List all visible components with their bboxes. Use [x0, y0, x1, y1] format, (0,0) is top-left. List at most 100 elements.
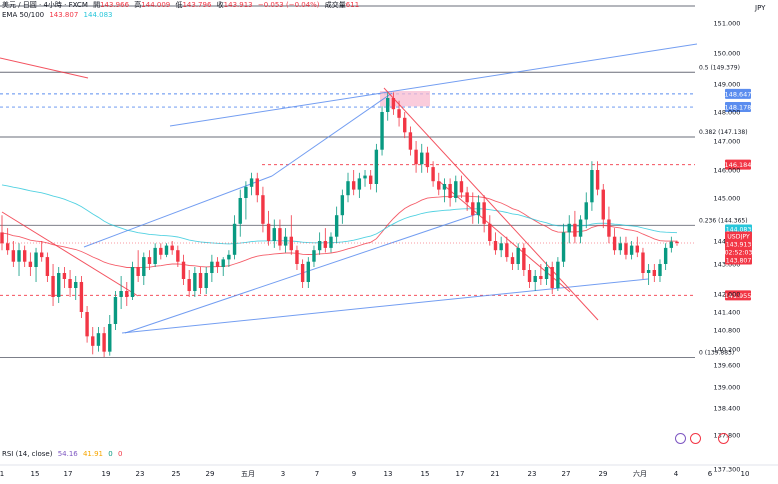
close-label: 收	[216, 1, 224, 9]
fib-level-label: 0.382 (147.138)	[699, 129, 748, 136]
price-tick-label: 146.000	[714, 167, 741, 175]
candle-body	[374, 149, 379, 184]
rsi-legend[interactable]: RSI (14, close) 54.16 41.91 0 0	[2, 450, 125, 458]
ema-legend[interactable]: EMA 50/100 143.807 144.083	[2, 11, 115, 20]
price-tick-label: 138.400	[714, 405, 741, 413]
candle-body	[363, 175, 367, 179]
candle-body	[62, 273, 67, 279]
rsi-label: RSI (14, close)	[2, 450, 53, 458]
change-value: −0.053 (−0.04%)	[257, 1, 320, 9]
flag-icon[interactable]	[718, 433, 729, 444]
candle-body	[550, 267, 554, 288]
ohlc-legend: 美元 / 日圓 · 4小時 · FXCM 開143.966 高144.009 低…	[2, 1, 362, 10]
ema-label: EMA 50/100	[2, 11, 45, 19]
price-tick-label: 142.000	[714, 291, 741, 299]
calendar-event-icon[interactable]	[690, 433, 701, 444]
candle-body	[317, 241, 322, 251]
candle-body	[91, 336, 95, 346]
low-value: 143.796	[182, 1, 212, 9]
time-axis: 1 15 17 19 23 25 29 五月 3 7 9 13 15 17 21 23 27 29 六月 4 6 10	[0, 464, 778, 478]
time-tick-label: 29	[206, 470, 215, 478]
candle-body	[584, 202, 588, 220]
candle-body	[153, 247, 157, 264]
candle-body	[448, 184, 452, 198]
candle-body	[601, 189, 605, 220]
candle-body	[5, 243, 10, 251]
candle-body	[533, 276, 537, 282]
candle-body	[221, 259, 225, 267]
candle-body	[403, 117, 407, 133]
volume-value: 611	[345, 1, 360, 9]
candle-body	[40, 252, 44, 258]
time-tick-label: 29	[599, 470, 608, 478]
candle-body	[567, 223, 571, 233]
price-tag-label: 143.807	[726, 257, 752, 264]
candle-body	[499, 243, 503, 251]
time-tick-label: 6	[708, 470, 713, 478]
time-tick-label: 10	[741, 470, 750, 478]
candle-body	[425, 152, 430, 168]
price-tick-label: 151.000	[714, 20, 741, 28]
candle-body	[346, 181, 350, 196]
time-tick-label: 19	[102, 470, 111, 478]
candle-body	[198, 273, 203, 288]
candle-body	[204, 273, 208, 288]
candle-body	[227, 254, 231, 260]
candle-body	[323, 241, 328, 248]
symbol-title: 美元 / 日圓 · 4小時 · FXCM	[2, 1, 88, 9]
candle-body	[380, 112, 384, 150]
candle-body	[272, 228, 276, 241]
candle-body	[176, 250, 180, 262]
time-tick-label: 17	[64, 470, 73, 478]
price-tag-label: 143.913	[726, 241, 752, 248]
candle-body	[164, 245, 169, 255]
candle-body	[420, 152, 424, 165]
candle-body	[170, 245, 174, 251]
time-tick-label: 五月	[241, 470, 255, 478]
ema50-value: 143.807	[49, 11, 79, 19]
candle-body	[556, 261, 560, 288]
candle-body	[488, 223, 492, 241]
candle-body	[641, 252, 645, 273]
candle-body	[289, 236, 293, 251]
candle-body	[283, 236, 288, 246]
rsi-ma-value: 41.91	[82, 450, 104, 458]
price-tag-label: USDJPY	[727, 233, 750, 240]
open-value: 143.966	[100, 1, 130, 9]
candle-body	[431, 167, 435, 182]
candle-body	[652, 270, 657, 276]
currency-label: JPY	[755, 4, 766, 12]
candlestick-chart: 0.5 (149.379) 0.382 (147.138) 0.236 (144.3…	[0, 5, 778, 478]
candle-body	[397, 109, 401, 118]
candle-body	[238, 198, 242, 224]
candle-body	[578, 219, 583, 237]
candle-body	[368, 175, 373, 184]
candle-body	[635, 245, 639, 253]
candle-body	[629, 245, 634, 255]
time-tick-label: 4	[674, 470, 679, 478]
candle-body	[0, 232, 4, 244]
candle-body	[329, 236, 333, 248]
candle-body	[57, 273, 61, 297]
candle-body	[391, 98, 396, 110]
candle-body	[663, 247, 668, 264]
candle-body	[255, 178, 259, 196]
candle-body	[386, 98, 390, 112]
candle-body	[193, 273, 197, 291]
price-tag-label: 02:52:03	[725, 249, 753, 256]
candle-body	[244, 186, 248, 198]
candle-body	[539, 276, 543, 279]
price-tick-label: 140.800	[714, 327, 741, 335]
candle-body	[351, 181, 356, 190]
candle-body	[471, 202, 475, 216]
candle-body	[493, 241, 498, 251]
rsi-value-4: 0	[117, 450, 123, 458]
candle-body	[215, 261, 220, 267]
candle-body	[590, 170, 594, 203]
time-tick-label: 27	[562, 470, 571, 478]
candle-body	[232, 223, 237, 255]
price-tick-label: 137.300	[714, 466, 741, 474]
candle-body	[187, 279, 191, 291]
lightning-icon[interactable]	[675, 433, 686, 444]
candle-body	[544, 267, 549, 279]
